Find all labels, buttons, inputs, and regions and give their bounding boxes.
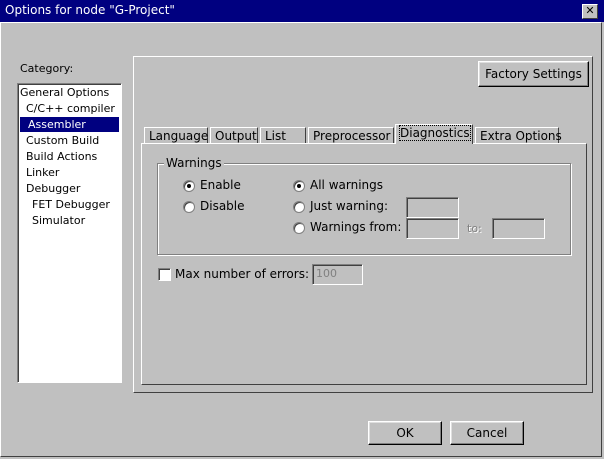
factory-settings-button[interactable]: Factory Settings: [478, 61, 589, 87]
warnings-group-title: Warnings: [164, 156, 224, 170]
max-errors-field[interactable]: 100: [312, 264, 363, 285]
just-warning-radio[interactable]: [293, 201, 305, 213]
close-icon[interactable]: ✕: [582, 4, 598, 19]
enable-label[interactable]: Enable: [200, 178, 241, 192]
tab-extra-options[interactable]: Extra Options: [475, 127, 562, 143]
warnings-to-field[interactable]: [492, 218, 545, 239]
to-label: to:: [467, 222, 482, 235]
disable-radio[interactable]: [183, 201, 195, 213]
cancel-button[interactable]: Cancel: [450, 421, 524, 445]
window-title: Options for node "G-Project": [5, 3, 175, 17]
warnings-from-label[interactable]: Warnings from:: [310, 220, 401, 234]
just-warning-field[interactable]: [406, 197, 459, 218]
category-list[interactable]: General Options C/C++ compiler Assembler…: [17, 83, 122, 383]
tab-list[interactable]: List: [260, 127, 306, 143]
warnings-from-radio[interactable]: [293, 222, 305, 234]
category-item-simulator[interactable]: Simulator: [32, 213, 85, 228]
all-warnings-label[interactable]: All warnings: [310, 178, 383, 192]
category-item-custom-build[interactable]: Custom Build: [26, 133, 99, 148]
max-errors-checkbox[interactable]: [158, 268, 171, 281]
category-item-c-compiler[interactable]: C/C++ compiler: [26, 101, 115, 116]
category-item-assembler[interactable]: Assembler: [20, 117, 119, 132]
ok-button[interactable]: OK: [368, 421, 442, 445]
category-item-fet-debugger[interactable]: FET Debugger: [32, 197, 110, 212]
all-warnings-radio[interactable]: [293, 180, 305, 192]
category-item-general-options[interactable]: General Options: [20, 85, 120, 100]
category-item-build-actions[interactable]: Build Actions: [26, 149, 97, 164]
tab-output[interactable]: Output: [210, 127, 258, 143]
category-label: Category:: [20, 62, 74, 75]
max-errors-label[interactable]: Max number of errors:: [175, 267, 309, 281]
category-item-linker[interactable]: Linker: [26, 165, 59, 180]
tab-language[interactable]: Language: [144, 127, 208, 143]
enable-radio[interactable]: [183, 180, 195, 192]
tab-preprocessor[interactable]: Preprocessor: [308, 127, 394, 143]
category-item-debugger[interactable]: Debugger: [26, 181, 80, 196]
just-warning-label[interactable]: Just warning:: [310, 199, 388, 213]
tab-diagnostics[interactable]: Diagnostics: [395, 124, 473, 144]
warnings-from-field[interactable]: [406, 218, 459, 239]
disable-label[interactable]: Disable: [200, 199, 245, 213]
